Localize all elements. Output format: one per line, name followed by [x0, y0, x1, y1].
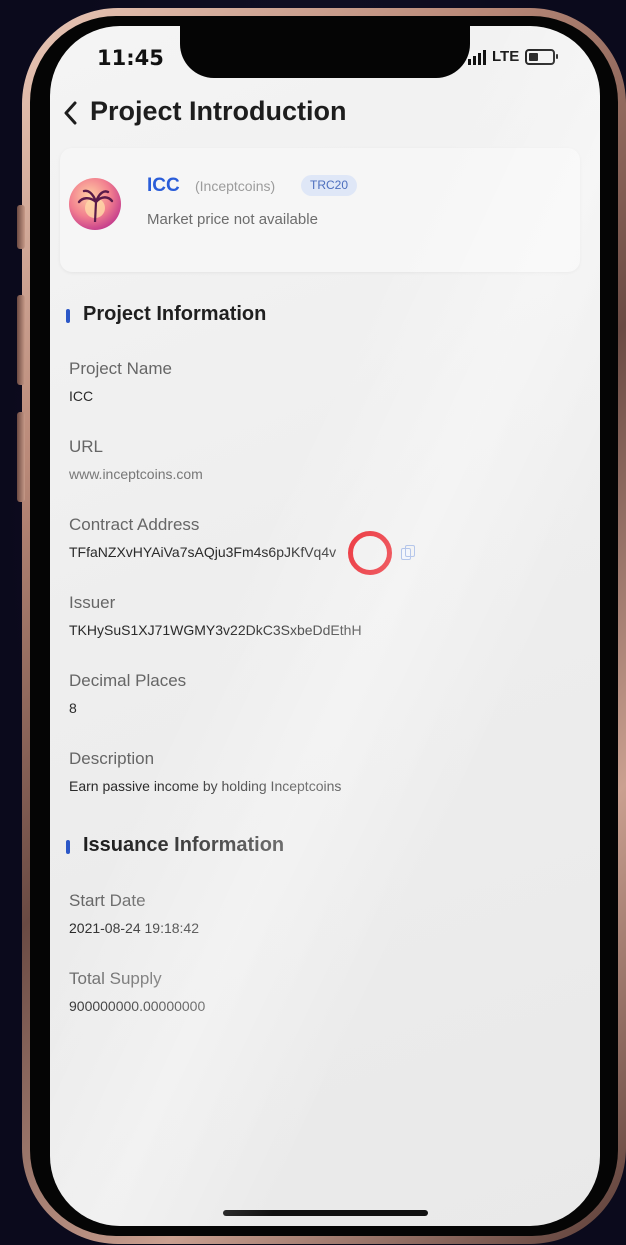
section-title-issuance-information: Issuance Information: [83, 834, 285, 856]
field-value-decimal-places: 8: [69, 700, 77, 716]
section-title-project-information: Project Information: [83, 303, 267, 325]
field-label-url: URL: [69, 437, 104, 456]
phone-screen: 11:45 LTE Project Introduction ICC (Ince…: [50, 26, 600, 1226]
token-symbol: ICC: [147, 175, 180, 196]
copy-icon[interactable]: [401, 545, 415, 560]
status-time: 11:45: [97, 46, 164, 70]
field-value-start-date: 2021-08-24 19:18:42: [69, 920, 199, 936]
field-label-description: Description: [69, 749, 155, 768]
red-annotation-circle: [348, 531, 392, 575]
status-indicators: LTE: [468, 48, 559, 65]
battery-icon: [525, 48, 559, 65]
field-label-total-supply: Total Supply: [69, 969, 162, 988]
field-value-total-supply: 900000000.00000000: [69, 998, 206, 1014]
field-value-issuer: TKHySuS1XJ71WGMY3v22DkC3SxbeDdEthH: [69, 622, 362, 638]
field-value-url[interactable]: www.inceptcoins.com: [69, 466, 203, 482]
page-title: Project Introduction: [90, 96, 347, 126]
chevron-left-icon: [64, 101, 77, 125]
photo-background: 11:45 LTE Project Introduction ICC (Ince…: [0, 0, 626, 1245]
mute-switch: [17, 205, 25, 249]
token-standard-badge: TRC20: [301, 175, 358, 196]
field-value-contract-address: TFfaNZXvHYAiVa7sAQju3Fm4s6pJKfVq4v: [69, 544, 337, 560]
field-label-contract-address: Contract Address: [69, 515, 200, 534]
volume-up-button: [17, 295, 25, 385]
token-summary-card: ICC (Inceptcoins) TRC20 Market price not…: [60, 148, 580, 272]
section-accent-bar: [66, 840, 70, 854]
field-label-decimal-places: Decimal Places: [69, 671, 187, 690]
signal-icon: [468, 49, 486, 65]
token-full-name: (Inceptcoins): [195, 178, 276, 194]
field-value-project-name: ICC: [69, 388, 94, 404]
home-indicator[interactable]: [223, 1210, 428, 1216]
field-value-description: Earn passive income by holding Inceptcoi…: [69, 778, 342, 794]
token-price-text: Market price not available: [147, 211, 318, 228]
back-button[interactable]: [57, 96, 83, 130]
field-label-project-name: Project Name: [69, 359, 172, 378]
field-label-start-date: Start Date: [69, 891, 146, 910]
field-label-issuer: Issuer: [69, 593, 116, 612]
network-label: LTE: [492, 48, 520, 65]
token-logo: [69, 178, 121, 230]
section-accent-bar: [66, 309, 70, 323]
volume-down-button: [17, 412, 25, 502]
notch: [180, 26, 470, 78]
